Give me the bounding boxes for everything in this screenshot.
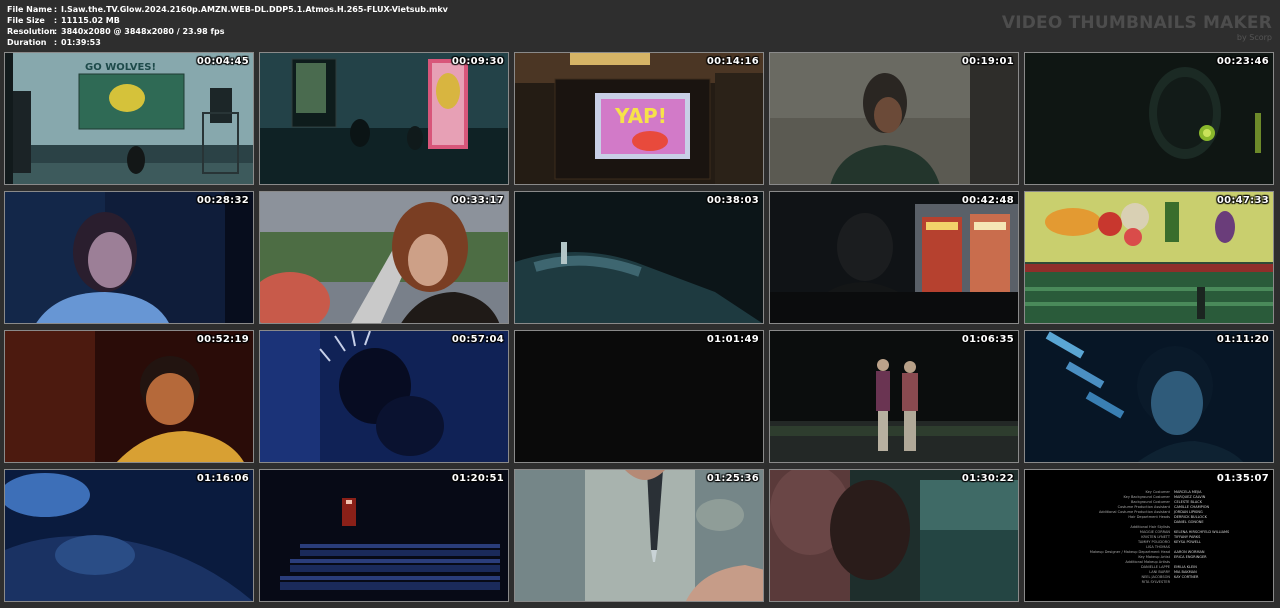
brand-subtitle: by Scorp — [1236, 33, 1272, 42]
tv-text: YAP! — [614, 104, 667, 128]
thumbnail-20[interactable]: Key Costumer MARCELA MEJIA Key Background… — [1024, 469, 1274, 602]
timestamp: 01:11:20 — [1216, 334, 1269, 345]
file-size-label: File Size — [7, 16, 45, 25]
scene-image — [260, 53, 508, 184]
timestamp: 00:38:03 — [706, 195, 759, 206]
timestamp: 00:04:45 — [196, 56, 249, 67]
colon: : — [53, 27, 58, 36]
thumbnail-18[interactable]: 01:25:36 — [514, 469, 764, 602]
thumbnail-19[interactable]: 01:30:22 — [769, 469, 1019, 602]
file-info-block: File Name : I.Saw.the.TV.Glow.2024.2160p… — [7, 4, 448, 48]
timestamp: 00:09:30 — [451, 56, 504, 67]
scene-image — [1025, 331, 1273, 462]
thumbnail-15[interactable]: 01:11:20 — [1024, 330, 1274, 463]
timestamp: 01:30:22 — [961, 473, 1014, 484]
file-name-value: I.Saw.the.TV.Glow.2024.2160p.AMZN.WEB-DL… — [61, 5, 448, 14]
scene-image — [1025, 53, 1273, 184]
file-name-label: File Name — [7, 5, 53, 14]
scene-image — [5, 331, 253, 462]
colon: : — [53, 5, 58, 14]
scene-image — [770, 192, 1018, 323]
thumbnail-11[interactable]: 00:52:19 — [4, 330, 254, 463]
timestamp: 01:35:07 — [1216, 473, 1269, 484]
thumbnail-4[interactable]: 00:19:01 — [769, 52, 1019, 185]
thumbnail-12[interactable]: 00:57:04 — [259, 330, 509, 463]
thumbnail-2[interactable]: 00:09:30 — [259, 52, 509, 185]
timestamp: 01:06:35 — [961, 334, 1014, 345]
scene-image — [515, 192, 763, 323]
file-name-row: File Name : I.Saw.the.TV.Glow.2024.2160p… — [7, 4, 448, 15]
timestamp: 01:01:49 — [706, 334, 759, 345]
thumbnail-3[interactable]: YAP! 00:14:16 — [514, 52, 764, 185]
scene-image — [260, 470, 508, 601]
credit-line: RITA SYLVESTER — [1141, 580, 1170, 584]
resolution-row: Resolution : 3840x2080 @ 3848x2080 / 23.… — [7, 26, 448, 37]
timestamp: 00:14:16 — [706, 56, 759, 67]
thumbnail-10[interactable]: 00:47:33 — [1024, 191, 1274, 324]
duration-row: Duration : 01:39:53 — [7, 37, 448, 48]
resolution-value: 3840x2080 @ 3848x2080 / 23.98 fps — [61, 27, 225, 36]
timestamp: 00:57:04 — [451, 334, 504, 345]
scene-image: GO WOLVES! — [5, 53, 253, 184]
thumbnail-grid: GO WOLVES! 00:04:45 00:09:30 YAP! 00:14:… — [4, 52, 1276, 603]
scene-image — [5, 470, 253, 601]
thumbnail-6[interactable]: 00:28:32 — [4, 191, 254, 324]
scene-image — [515, 470, 763, 601]
thumbnail-13[interactable]: 01:01:49 — [514, 330, 764, 463]
timestamp: 00:42:48 — [961, 195, 1014, 206]
thumbnail-1[interactable]: GO WOLVES! 00:04:45 — [4, 52, 254, 185]
file-size-value: 11115.02 MB — [61, 16, 120, 25]
timestamp: 00:23:46 — [1216, 56, 1269, 67]
scene-image — [1025, 192, 1273, 323]
board-sign-text: GO WOLVES! — [85, 62, 156, 73]
thumbnail-16[interactable]: 01:16:06 — [4, 469, 254, 602]
scene-image — [515, 331, 763, 462]
timestamp: 00:28:32 — [196, 195, 249, 206]
thumbnail-7[interactable]: 00:33:17 — [259, 191, 509, 324]
timestamp: 00:47:33 — [1216, 195, 1269, 206]
scene-image — [770, 53, 1018, 184]
duration-label: Duration — [7, 38, 47, 47]
brand-title: VIDEO THUMBNAILS MAKER — [1001, 13, 1272, 33]
duration-value: 01:39:53 — [61, 38, 101, 47]
colon: : — [53, 16, 58, 25]
scene-image — [260, 192, 508, 323]
timestamp: 01:16:06 — [196, 473, 249, 484]
scene-image — [260, 331, 508, 462]
thumbnail-5[interactable]: 00:23:46 — [1024, 52, 1274, 185]
timestamp: 01:25:36 — [706, 473, 759, 484]
timestamp: 01:20:51 — [451, 473, 504, 484]
timestamp: 00:33:17 — [451, 195, 504, 206]
colon: : — [53, 38, 58, 47]
timestamp: 00:19:01 — [961, 56, 1014, 67]
scene-image: YAP! — [515, 53, 763, 184]
resolution-label: Resolution — [7, 27, 56, 36]
scene-image — [770, 470, 1018, 601]
thumbnail-8[interactable]: 00:38:03 — [514, 191, 764, 324]
scene-image — [770, 331, 1018, 462]
file-size-row: File Size : 11115.02 MB — [7, 15, 448, 26]
thumbnail-17[interactable]: 01:20:51 — [259, 469, 509, 602]
timestamp: 00:52:19 — [196, 334, 249, 345]
brand-watermark: VIDEO THUMBNAILS MAKER by Scorp — [1002, 14, 1272, 42]
info-header: File Name : I.Saw.the.TV.Glow.2024.2160p… — [0, 0, 1280, 50]
end-credits: Key Costumer MARCELA MEJIA Key Background… — [1080, 490, 1270, 585]
thumbnail-14[interactable]: 01:06:35 — [769, 330, 1019, 463]
scene-image — [5, 192, 253, 323]
thumbnail-9[interactable]: 00:42:48 — [769, 191, 1019, 324]
